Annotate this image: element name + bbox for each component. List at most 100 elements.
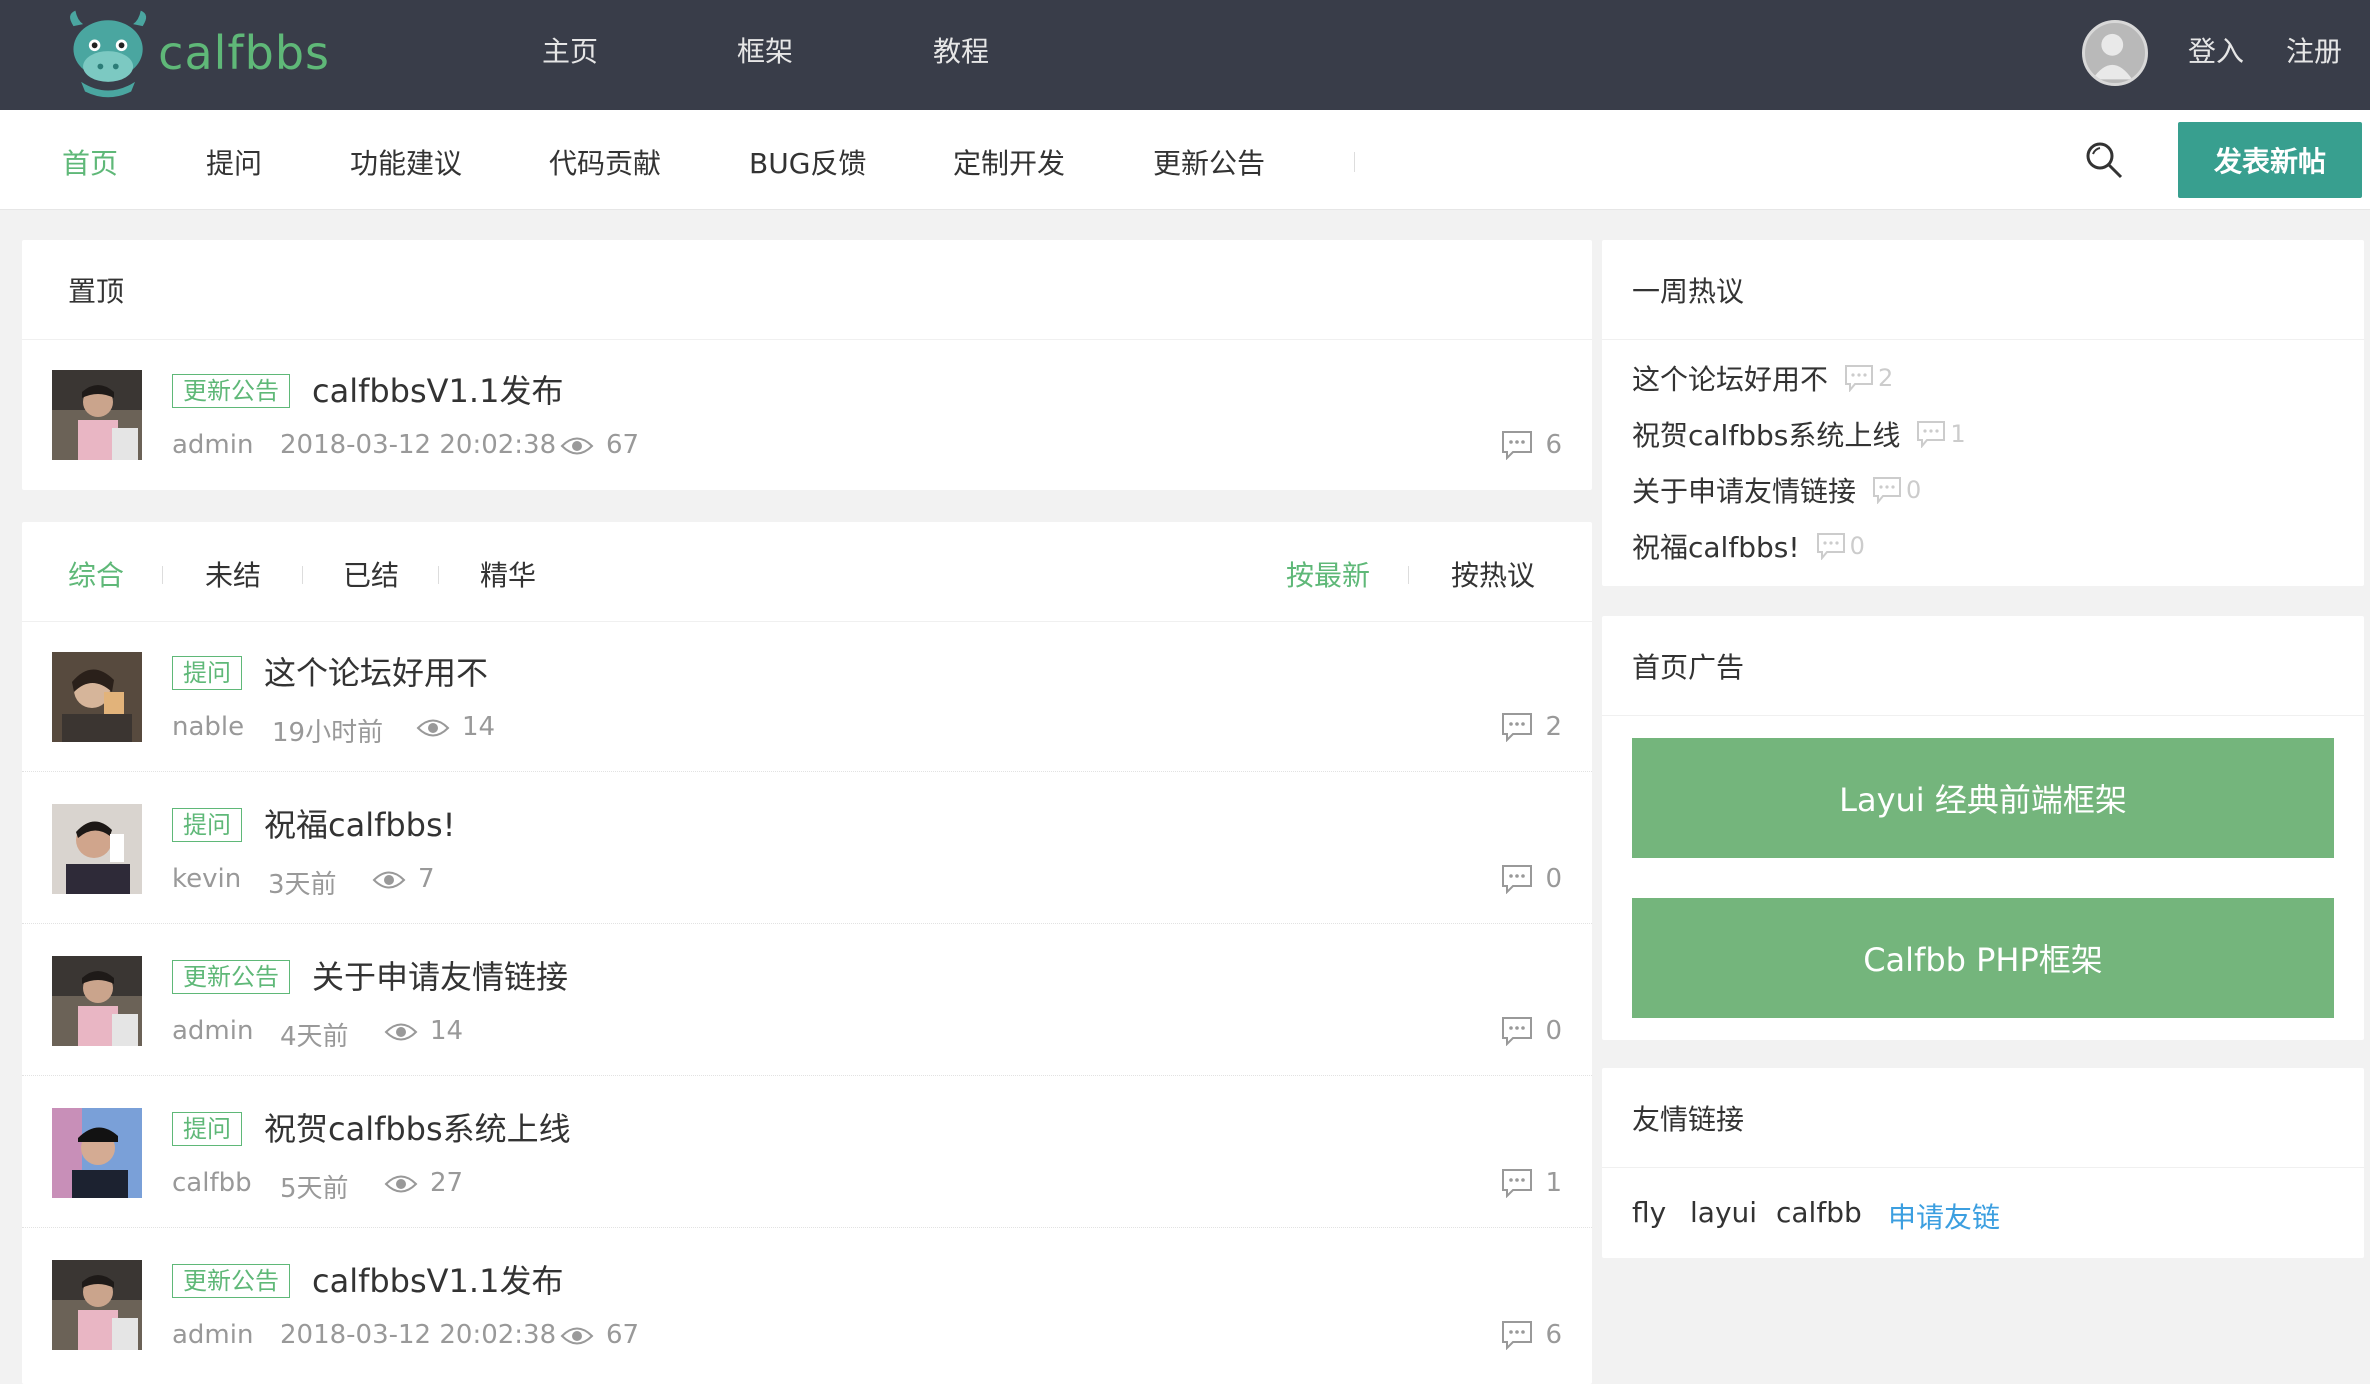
post-views: 67	[560, 430, 639, 460]
avatar[interactable]	[52, 1260, 142, 1350]
avatar[interactable]	[52, 804, 142, 894]
avatar[interactable]	[52, 652, 142, 742]
category-badge[interactable]: 更新公告	[172, 374, 290, 408]
hot-topics-panel: 一周热议 这个论坛好用不 2 祝贺calfbbs系统上线 1 关于申请友情链接 …	[1602, 240, 2364, 586]
post-comments: 0	[1501, 864, 1562, 894]
views-count: 27	[430, 1168, 464, 1198]
comment-icon	[1845, 365, 1874, 392]
sort-latest[interactable]: 按最新	[1286, 554, 1370, 594]
hot-topic-item[interactable]: 这个论坛好用不 2	[1632, 358, 1893, 398]
post-comments: 6	[1501, 430, 1562, 460]
hot-topics-title: 一周热议	[1602, 240, 2364, 340]
post-title[interactable]: calfbbsV1.1发布	[312, 1256, 563, 1302]
pinned-post[interactable]: 更新公告 calfbbsV1.1发布 admin 2018-03-12 20:0…	[22, 340, 1592, 490]
comments-count: 0	[1545, 1016, 1562, 1046]
hot-topic-count: 0	[1872, 476, 1921, 504]
avatar[interactable]	[52, 956, 142, 1046]
views-count: 14	[462, 712, 496, 742]
filter-unresolved[interactable]: 未结	[205, 554, 261, 594]
hot-topic-item[interactable]: 祝福calfbbs! 0	[1632, 526, 1865, 566]
post-title[interactable]: calfbbsV1.1发布	[312, 366, 563, 412]
sort-hot[interactable]: 按热议	[1451, 554, 1535, 594]
hot-topic-title[interactable]: 祝贺calfbbs系统上线	[1632, 414, 1900, 454]
category-badge[interactable]: 更新公告	[172, 1264, 290, 1298]
ads-panel: 首页广告 Layui 经典前端框架 Calfbb PHP框架	[1602, 616, 2364, 1040]
post-views: 14	[416, 712, 495, 742]
ad-calfbb[interactable]: Calfbb PHP框架	[1632, 898, 2334, 1018]
post-author[interactable]: nable	[172, 712, 244, 742]
views-count: 67	[606, 1320, 640, 1350]
filter-featured[interactable]: 精华	[480, 554, 536, 594]
hot-topic-item[interactable]: 关于申请友情链接 0	[1632, 470, 1921, 510]
post-time: 2018-03-12 20:02:38	[280, 1320, 557, 1350]
eye-icon	[384, 1175, 418, 1192]
subnav-home[interactable]: 首页	[62, 142, 118, 182]
post-time: 19小时前	[272, 718, 384, 748]
post-title[interactable]: 祝福calfbbs!	[264, 800, 456, 846]
post-author[interactable]: kevin	[172, 864, 241, 894]
friend-link-calfbb[interactable]: calfbb	[1776, 1196, 1862, 1229]
category-badge[interactable]: 提问	[172, 656, 242, 690]
hot-topic-count: 2	[1844, 364, 1893, 392]
filter-all[interactable]: 综合	[68, 554, 124, 594]
comments-count: 6	[1545, 430, 1562, 460]
site-logo[interactable]: calfbbs	[60, 4, 330, 102]
hot-topic-title[interactable]: 这个论坛好用不	[1632, 358, 1828, 398]
pinned-panel: 置顶 更新公告 calfbbsV1.1发布 admin 2018-03-12 2…	[22, 240, 1592, 490]
apply-friend-link[interactable]: 申请友链	[1888, 1196, 2000, 1236]
ad-layui[interactable]: Layui 经典前端框架	[1632, 738, 2334, 858]
category-badge[interactable]: 更新公告	[172, 960, 290, 994]
calf-logo-icon	[70, 10, 147, 98]
filter-separator	[1408, 566, 1409, 584]
subnav-bug-feedback[interactable]: BUG反馈	[749, 142, 866, 182]
post-item[interactable]: 更新公告 关于申请友情链接 admin 4天前 14 0	[22, 926, 1592, 1076]
hot-topic-item[interactable]: 祝贺calfbbs系统上线 1	[1632, 414, 1966, 454]
filter-resolved[interactable]: 已结	[343, 554, 399, 594]
login-link[interactable]: 登入	[2188, 30, 2244, 70]
friend-link-fly[interactable]: fly	[1632, 1196, 1666, 1229]
comments-count: 6	[1545, 1320, 1562, 1350]
hot-topic-count-value: 0	[1849, 532, 1865, 560]
category-badge[interactable]: 提问	[172, 808, 242, 842]
post-comments: 1	[1501, 1168, 1562, 1198]
subnav-suggestions[interactable]: 功能建议	[350, 142, 462, 182]
post-title[interactable]: 祝贺calfbbs系统上线	[264, 1104, 571, 1150]
nav-home[interactable]: 主页	[542, 30, 598, 70]
post-author[interactable]: calfbb	[172, 1168, 252, 1198]
post-title[interactable]: 这个论坛好用不	[264, 648, 488, 694]
subnav-questions[interactable]: 提问	[206, 142, 262, 182]
search-icon[interactable]	[2084, 140, 2124, 180]
post-author[interactable]: admin	[172, 1320, 253, 1350]
pinned-title: 置顶	[22, 240, 1592, 340]
top-header: calfbbs 主页 框架 教程 登入 注册	[0, 0, 2370, 110]
subnav-code-contribution[interactable]: 代码贡献	[549, 142, 661, 182]
subnav-announcements[interactable]: 更新公告	[1153, 142, 1265, 182]
comments-count: 2	[1545, 712, 1562, 742]
user-avatar-icon[interactable]	[2082, 20, 2148, 86]
post-time: 3天前	[268, 870, 337, 900]
category-badge[interactable]: 提问	[172, 1112, 242, 1146]
hot-topic-title[interactable]: 祝福calfbbs!	[1632, 526, 1800, 566]
post-item[interactable]: 更新公告 calfbbsV1.1发布 admin 2018-03-12 20:0…	[22, 1230, 1592, 1380]
post-title[interactable]: 关于申请友情链接	[312, 952, 568, 998]
post-views: 27	[384, 1168, 463, 1198]
subnav-custom-dev[interactable]: 定制开发	[953, 142, 1065, 182]
views-count: 14	[430, 1016, 464, 1046]
register-link[interactable]: 注册	[2286, 30, 2342, 70]
nav-framework[interactable]: 框架	[737, 30, 793, 70]
friend-link-layui[interactable]: layui	[1690, 1196, 1757, 1229]
hot-topic-title[interactable]: 关于申请友情链接	[1632, 470, 1856, 510]
post-item[interactable]: 提问 祝贺calfbbs系统上线 calfbb 5天前 27 1	[22, 1078, 1592, 1228]
post-item[interactable]: 提问 这个论坛好用不 nable 19小时前 14 2	[22, 622, 1592, 772]
post-time: 2018-03-12 20:02:38	[280, 430, 557, 460]
avatar[interactable]	[52, 370, 142, 460]
hot-topic-count: 1	[1916, 420, 1966, 448]
new-post-button[interactable]: 发表新帖	[2178, 122, 2362, 198]
post-author[interactable]: admin	[172, 1016, 253, 1046]
avatar[interactable]	[52, 1108, 142, 1198]
post-item[interactable]: 提问 祝福calfbbs! kevin 3天前 7 0	[22, 774, 1592, 924]
nav-tutorial[interactable]: 教程	[933, 30, 989, 70]
views-count: 7	[418, 864, 435, 894]
post-author[interactable]: admin	[172, 430, 253, 460]
eye-icon	[372, 871, 406, 888]
